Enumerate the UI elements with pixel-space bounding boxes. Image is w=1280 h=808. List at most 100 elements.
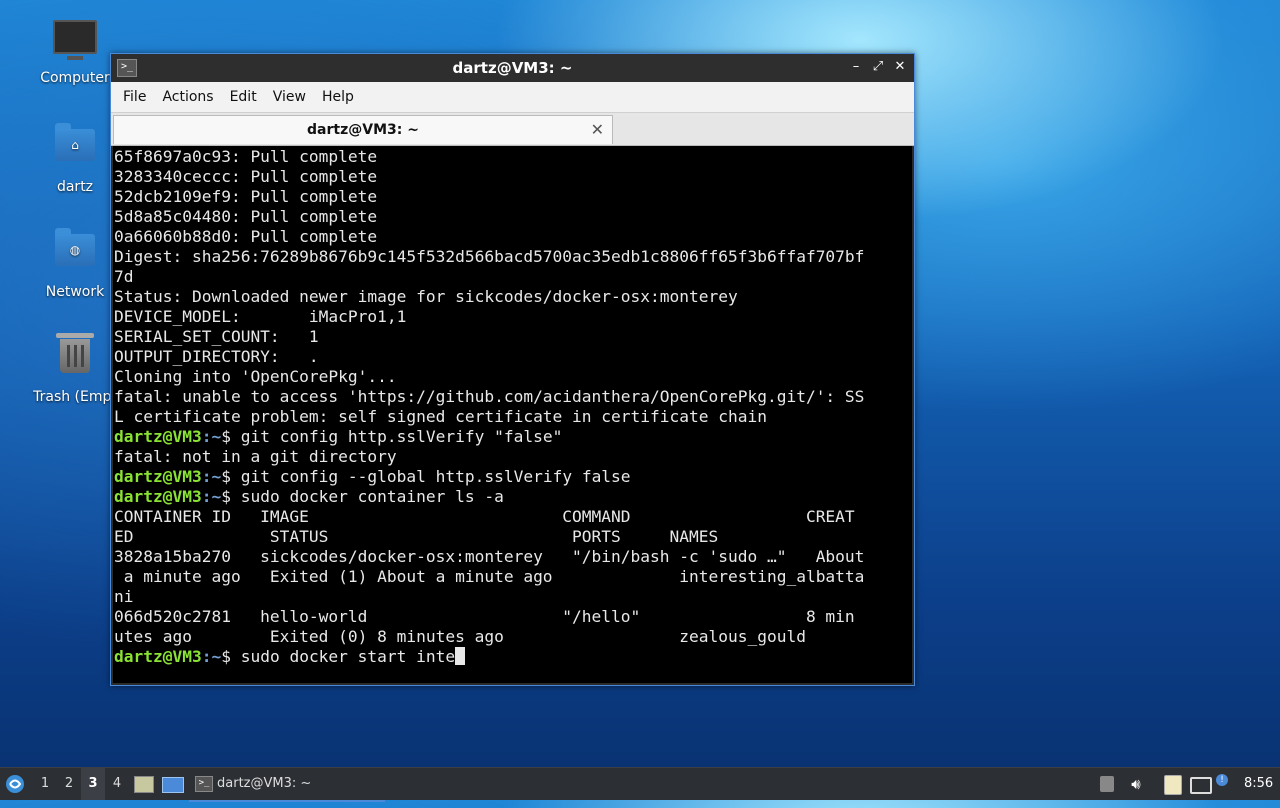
minimize-icon[interactable]: – <box>846 57 866 77</box>
terminal-output-line: 65f8697a0c93: Pull complete <box>114 147 912 167</box>
terminal-output-line: Cloning into 'OpenCorePkg'... <box>114 367 912 387</box>
volume-icon[interactable]: 🔊︎ <box>1126 768 1146 800</box>
output-text: 7d <box>114 267 134 286</box>
workspace-4[interactable]: 4 <box>105 768 129 800</box>
task-label: dartz@VM3: ~ <box>217 776 312 791</box>
command-text: sudo docker container ls -a <box>240 487 504 506</box>
close-icon[interactable]: ✕ <box>890 57 910 77</box>
show-desktop-icon[interactable] <box>162 768 184 800</box>
output-text: a minute ago Exited (1) About a minute a… <box>114 567 865 586</box>
prompt-symbol: $ <box>221 427 241 446</box>
terminal-output-line: 066d520c2781 hello-world "/hello" 8 min <box>114 607 912 627</box>
tab-terminal[interactable]: dartz@VM3: ~ ✕ <box>113 115 613 144</box>
menu-help[interactable]: Help <box>314 89 362 105</box>
prompt-user: dartz@VM3 <box>114 647 202 666</box>
eject-icon[interactable] <box>1100 768 1116 800</box>
network-folder-icon: ◍ <box>53 228 97 278</box>
output-text: ED STATUS PORTS NAMES <box>114 527 719 546</box>
terminal-prompt-line: dartz@VM3:~$ sudo docker container ls -a <box>114 487 912 507</box>
output-text: Digest: sha256:76289b8676b9c145f532d566b… <box>114 247 865 266</box>
terminal-output-line: 52dcb2109ef9: Pull complete <box>114 187 912 207</box>
output-text: ni <box>114 587 134 606</box>
menubar: File Actions Edit View Help <box>111 82 914 113</box>
home-folder-icon: ⌂ <box>53 123 97 173</box>
output-text: utes ago Exited (0) 8 minutes ago zealou… <box>114 627 806 646</box>
workspace-2[interactable]: 2 <box>57 768 81 800</box>
output-text: Status: Downloaded newer image for sickc… <box>114 287 738 306</box>
terminal-icon: >_ <box>195 776 213 792</box>
computer-icon <box>53 20 97 64</box>
terminal-output-line: DEVICE_MODEL: iMacPro1,1 <box>114 307 912 327</box>
prompt-path: :~ <box>201 467 222 486</box>
output-text: Cloning into 'OpenCorePkg'... <box>114 367 397 386</box>
terminal-prompt-line: dartz@VM3:~$ git config http.sslVerify "… <box>114 427 912 447</box>
prompt-user: dartz@VM3 <box>114 467 202 486</box>
terminal-output-line: fatal: unable to access 'https://github.… <box>114 387 912 407</box>
prompt-path: :~ <box>201 487 222 506</box>
window-title: dartz@VM3: ~ <box>452 59 573 77</box>
workspace-3[interactable]: 3 <box>81 768 105 800</box>
output-text: fatal: unable to access 'https://github.… <box>114 387 865 406</box>
output-text: fatal: not in a git directory <box>114 447 397 466</box>
output-text: 0a66060b88d0: Pull complete <box>114 227 378 246</box>
output-text: OUTPUT_DIRECTORY: . <box>114 347 319 366</box>
prompt-user: dartz@VM3 <box>114 487 202 506</box>
window-titlebar[interactable]: >_ dartz@VM3: ~ – ⤢ ✕ <box>111 54 914 82</box>
maximize-icon[interactable]: ⤢ <box>868 57 888 77</box>
output-text: 066d520c2781 hello-world "/hello" 8 min <box>114 607 855 626</box>
taskbar: 1 2 3 4 >_ dartz@VM3: ~ 🔊︎ ! 8:56 <box>0 767 1280 802</box>
command-text: git config --global http.sslVerify false <box>240 467 631 486</box>
taskbar-terminal-task[interactable]: >_ dartz@VM3: ~ <box>189 768 385 802</box>
prompt-path: :~ <box>201 647 222 666</box>
terminal-output-line: OUTPUT_DIRECTORY: . <box>114 347 912 367</box>
terminal-output-line: L certificate problem: self signed certi… <box>114 407 912 427</box>
output-text: L certificate problem: self signed certi… <box>114 407 767 426</box>
menu-view[interactable]: View <box>265 89 314 105</box>
terminal-prompt-line: dartz@VM3:~$ git config --global http.ss… <box>114 467 912 487</box>
output-text: CONTAINER ID IMAGE COMMAND CREAT <box>114 507 855 526</box>
network-status-icon[interactable] <box>1190 768 1212 800</box>
terminal-output-line: SERIAL_SET_COUNT: 1 <box>114 327 912 347</box>
terminal-output[interactable]: 65f8697a0c93: Pull complete 3283340ceccc:… <box>113 146 912 683</box>
file-manager-icon[interactable] <box>134 768 154 800</box>
terminal-output-line: 0a66060b88d0: Pull complete <box>114 227 912 247</box>
start-menu-icon[interactable] <box>4 768 28 800</box>
output-text: 52dcb2109ef9: Pull complete <box>114 187 378 206</box>
terminal-output-line: CONTAINER ID IMAGE COMMAND CREAT <box>114 507 912 527</box>
terminal-output-line: fatal: not in a git directory <box>114 447 912 467</box>
terminal-output-line: Digest: sha256:76289b8676b9c145f532d566b… <box>114 247 912 267</box>
terminal-output-line: utes ago Exited (0) 8 minutes ago zealou… <box>114 627 912 647</box>
prompt-symbol: $ <box>221 647 241 666</box>
terminal-output-line: 5d8a85c04480: Pull complete <box>114 207 912 227</box>
notification-icon[interactable]: ! <box>1216 768 1238 800</box>
terminal-output-line: a minute ago Exited (1) About a minute a… <box>114 567 912 587</box>
clipboard-icon[interactable] <box>1164 768 1184 800</box>
prompt-symbol: $ <box>221 487 241 506</box>
output-text: SERIAL_SET_COUNT: 1 <box>114 327 319 346</box>
terminal-output-line: 3283340ceccc: Pull complete <box>114 167 912 187</box>
output-text: 65f8697a0c93: Pull complete <box>114 147 378 166</box>
workspace-1[interactable]: 1 <box>33 768 57 800</box>
tab-label: dartz@VM3: ~ <box>307 122 419 138</box>
text-cursor <box>455 647 466 665</box>
tab-close-icon[interactable]: ✕ <box>591 120 604 139</box>
terminal-prompt-line: dartz@VM3:~$ sudo docker start inte <box>114 647 912 667</box>
menu-edit[interactable]: Edit <box>222 89 265 105</box>
prompt-path: :~ <box>201 427 222 446</box>
command-text: git config http.sslVerify "false" <box>240 427 563 446</box>
menu-actions[interactable]: Actions <box>154 89 221 105</box>
menu-file[interactable]: File <box>115 89 154 105</box>
output-text: DEVICE_MODEL: iMacPro1,1 <box>114 307 407 326</box>
terminal-window: >_ dartz@VM3: ~ – ⤢ ✕ File Actions Edit … <box>110 53 915 686</box>
terminal-output-line: 7d <box>114 267 912 287</box>
terminal-output-line: Status: Downloaded newer image for sickc… <box>114 287 912 307</box>
terminal-output-line: ED STATUS PORTS NAMES <box>114 527 912 547</box>
tab-bar: dartz@VM3: ~ ✕ <box>111 113 914 146</box>
terminal-output-line: 3828a15ba270 sickcodes/docker-osx:monter… <box>114 547 912 567</box>
output-text: 3828a15ba270 sickcodes/docker-osx:monter… <box>114 547 865 566</box>
clock[interactable]: 8:56 <box>1244 768 1276 800</box>
prompt-symbol: $ <box>221 467 241 486</box>
command-text: sudo docker start inte <box>240 647 456 666</box>
prompt-user: dartz@VM3 <box>114 427 202 446</box>
output-text: 5d8a85c04480: Pull complete <box>114 207 378 226</box>
